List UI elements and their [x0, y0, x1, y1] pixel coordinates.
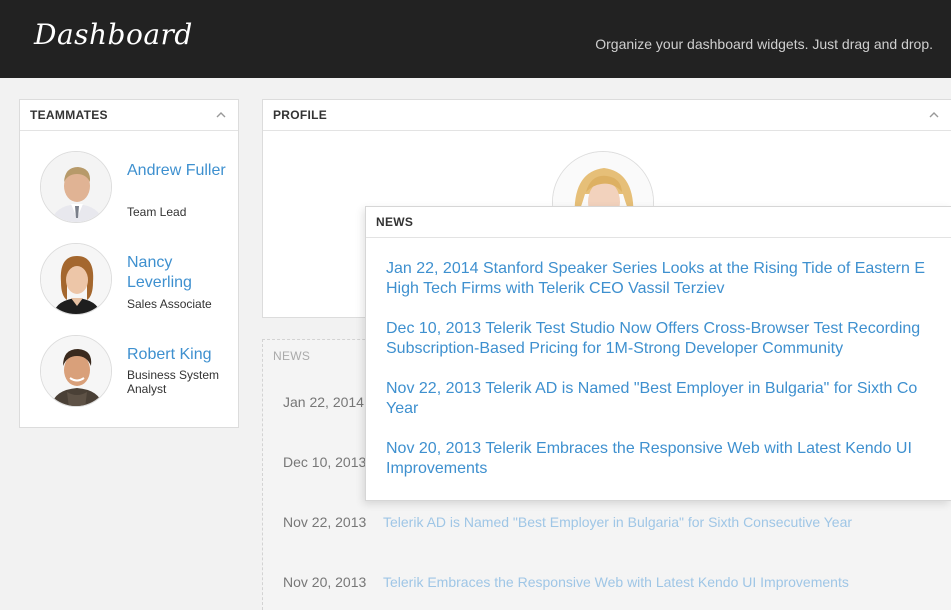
news-widget-title: NEWS	[376, 215, 414, 229]
teammates-widget-title: TEAMMATES	[30, 108, 108, 122]
news-item-line: Nov 20, 2013 Telerik Embraces the Respon…	[386, 440, 912, 457]
teammate-avatar	[40, 151, 112, 223]
teammate-name[interactable]: Nancy Leverling	[127, 253, 232, 293]
news-widget-dragging[interactable]: NEWS Jan 22, 2014 Stanford Speaker Serie…	[365, 206, 951, 501]
news-link[interactable]: Telerik Embraces the Responsive Web with…	[383, 574, 849, 590]
chevron-up-icon[interactable]	[214, 108, 228, 122]
teammate-card[interactable]: Robert King Business System Analyst	[40, 335, 235, 415]
teammates-widget-header[interactable]: TEAMMATES	[20, 100, 238, 131]
news-item-line: Year	[386, 400, 419, 417]
news-date: Nov 22, 2013	[283, 514, 367, 530]
news-item[interactable]: Nov 20, 2013 Telerik Embraces the Respon…	[386, 439, 951, 479]
teammate-card[interactable]: Nancy Leverling Sales Associate	[40, 243, 235, 323]
news-item-line: Dec 10, 2013 Telerik Test Studio Now Off…	[386, 320, 921, 337]
news-item-line: Jan 22, 2014 Stanford Speaker Series Loo…	[386, 260, 925, 277]
app-header: Dashboard Organize your dashboard widget…	[0, 0, 951, 78]
dashboard-logo: Dashboard	[34, 18, 193, 51]
news-item-line: Subscription-Based Pricing for 1M-Strong…	[386, 340, 844, 357]
chevron-up-icon[interactable]	[927, 108, 941, 122]
news-date: Dec 10, 2013	[283, 454, 367, 470]
news-placeholder-title: NEWS	[273, 349, 311, 363]
teammate-card[interactable]: Andrew Fuller Team Lead	[40, 151, 235, 231]
news-item-line: Improvements	[386, 460, 488, 477]
teammate-role: Team Lead	[127, 205, 187, 219]
teammate-name[interactable]: Robert King	[127, 345, 232, 365]
news-item[interactable]: Nov 22, 2013 Telerik AD is Named "Best E…	[386, 379, 951, 419]
news-item-line: High Tech Firms with Telerik CEO Vassil …	[386, 280, 725, 297]
news-date: Nov 20, 2013	[283, 574, 367, 590]
header-tagline: Organize your dashboard widgets. Just dr…	[595, 36, 933, 52]
news-item[interactable]: Jan 22, 2014 Stanford Speaker Series Loo…	[386, 259, 951, 299]
teammate-role: Business System Analyst	[127, 368, 220, 396]
news-item-line: Nov 22, 2013 Telerik AD is Named "Best E…	[386, 380, 918, 397]
teammate-role: Sales Associate	[127, 297, 212, 311]
news-date: Jan 22, 2014	[283, 394, 364, 410]
teammate-name[interactable]: Andrew Fuller	[127, 161, 232, 181]
profile-widget-title: PROFILE	[273, 108, 328, 122]
teammates-widget[interactable]: TEAMMATES Andrew Fuller Team Lead Nancy …	[19, 99, 239, 428]
news-item[interactable]: Dec 10, 2013 Telerik Test Studio Now Off…	[386, 319, 951, 359]
profile-widget-header[interactable]: PROFILE	[263, 100, 951, 131]
news-widget-header[interactable]: NEWS	[366, 207, 951, 238]
news-link[interactable]: Telerik AD is Named "Best Employer in Bu…	[383, 514, 852, 530]
teammate-avatar	[40, 335, 112, 407]
teammate-avatar	[40, 243, 112, 315]
